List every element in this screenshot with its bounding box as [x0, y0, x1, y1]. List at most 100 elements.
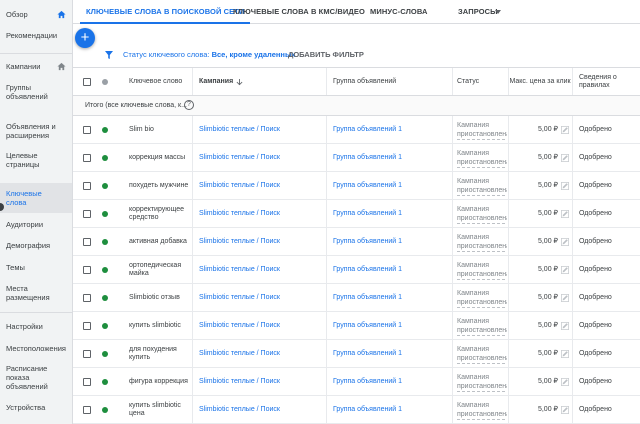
row-checkbox[interactable]	[83, 182, 91, 190]
sidebar-item-overview[interactable]: Обзор	[0, 10, 72, 19]
status-text[interactable]: Кампания приостановлена	[457, 289, 507, 308]
table-row[interactable]: купить slimbiotic цена Slimbiotic теплые …	[73, 396, 640, 424]
sidebar-item-settings[interactable]: Настройки	[0, 322, 72, 331]
status-text[interactable]: Кампания приостановлена	[457, 401, 507, 420]
enabled-status-dot[interactable]	[102, 295, 108, 301]
campaign-link[interactable]: Slimbiotic теплые / Поиск	[199, 396, 323, 424]
enabled-status-dot[interactable]	[102, 239, 108, 245]
adgroup-link[interactable]: Группа объявлений 1	[333, 144, 449, 172]
edit-icon[interactable]	[561, 210, 569, 218]
enabled-status-dot[interactable]	[102, 211, 108, 217]
status-text[interactable]: Кампания приостановлена	[457, 345, 507, 364]
adgroup-link[interactable]: Группа объявлений 1	[333, 228, 449, 256]
sidebar-item-keywords[interactable]: Ключевые слова	[0, 183, 72, 213]
campaign-link[interactable]: Slimbiotic теплые / Поиск	[199, 172, 323, 200]
edit-icon[interactable]	[561, 406, 569, 414]
campaign-link[interactable]: Slimbiotic теплые / Поиск	[199, 368, 323, 396]
table-row[interactable]: коррекция массы Slimbiotic теплые / Поиск…	[73, 144, 640, 172]
table-row[interactable]: ортопедическая майка Slimbiotic теплые / …	[73, 256, 640, 284]
sidebar-item-adgroups[interactable]: Группы объявлений	[0, 83, 72, 101]
table-row[interactable]: фигура коррекция Slimbiotic теплые / Поис…	[73, 368, 640, 396]
select-all-checkbox[interactable]	[83, 78, 91, 86]
enabled-status-dot[interactable]	[102, 323, 108, 329]
row-checkbox[interactable]	[83, 322, 91, 330]
max-cpc-cell[interactable]: 5,00 ₽	[509, 340, 569, 368]
adgroup-link[interactable]: Группа объявлений 1	[333, 340, 449, 368]
header-adgroup[interactable]: Группа объявлений	[333, 68, 449, 96]
campaign-link[interactable]: Slimbiotic теплые / Поиск	[199, 312, 323, 340]
table-row[interactable]: для похудения купить Slimbiotic теплые / …	[73, 340, 640, 368]
adgroup-link[interactable]: Группа объявлений 1	[333, 312, 449, 340]
adgroup-link[interactable]: Группа объявлений 1	[333, 368, 449, 396]
add-keyword-button[interactable]: +	[75, 28, 95, 48]
enabled-status-dot[interactable]	[102, 127, 108, 133]
max-cpc-cell[interactable]: 5,00 ₽	[509, 284, 569, 312]
table-row[interactable]: Slimbiotic отзыв Slimbiotic теплые / Поис…	[73, 284, 640, 312]
enabled-status-dot[interactable]	[102, 351, 108, 357]
tab-negative-keywords[interactable]: МИНУС-СЛОВА	[370, 0, 428, 24]
sidebar-item-demographics[interactable]: Демография	[0, 241, 72, 250]
max-cpc-cell[interactable]: 5,00 ₽	[509, 256, 569, 284]
enabled-status-dot[interactable]	[102, 379, 108, 385]
sidebar-item-ads[interactable]: Объявления и расширения	[0, 122, 72, 140]
adgroup-link[interactable]: Группа объявлений 1	[333, 396, 449, 424]
status-text[interactable]: Кампания приостановлена	[457, 317, 507, 336]
edit-icon[interactable]	[561, 154, 569, 162]
max-cpc-cell[interactable]: 5,00 ₽	[509, 228, 569, 256]
tab-display-keywords[interactable]: КЛЮЧЕВЫЕ СЛОВА В КМС/ВИДЕО	[233, 0, 365, 24]
max-cpc-cell[interactable]: 5,00 ₽	[509, 144, 569, 172]
row-checkbox[interactable]	[83, 406, 91, 414]
sidebar-item-devices[interactable]: Устройства	[0, 403, 72, 412]
sidebar-item-campaigns[interactable]: Кампании	[0, 62, 72, 71]
max-cpc-cell[interactable]: 5,00 ₽	[509, 172, 569, 200]
row-checkbox[interactable]	[83, 378, 91, 386]
status-text[interactable]: Кампания приостановлена	[457, 205, 507, 224]
chevron-down-icon[interactable]	[495, 10, 501, 14]
table-row[interactable]: похудеть мужчине Slimbiotic теплые / Поис…	[73, 172, 640, 200]
status-filter-chip[interactable]: Статус ключевого слова: Все, кроме удале…	[123, 50, 296, 59]
sidebar-item-recommendations[interactable]: Рекомендации	[0, 31, 72, 40]
tab-search-keywords[interactable]: КЛЮЧЕВЫЕ СЛОВА В ПОИСКОВОЙ СЕТИ	[79, 0, 251, 24]
add-filter-button[interactable]: ДОБАВИТЬ ФИЛЬТР	[288, 50, 364, 59]
status-text[interactable]: Кампания приостановлена	[457, 149, 507, 168]
campaign-link[interactable]: Slimbiotic теплые / Поиск	[199, 200, 323, 228]
enabled-status-dot[interactable]	[102, 183, 108, 189]
edit-icon[interactable]	[561, 266, 569, 274]
edit-icon[interactable]	[561, 294, 569, 302]
edit-icon[interactable]	[561, 350, 569, 358]
edit-icon[interactable]	[561, 238, 569, 246]
edit-icon[interactable]	[561, 378, 569, 386]
campaign-link[interactable]: Slimbiotic теплые / Поиск	[199, 340, 323, 368]
sidebar-item-landing-pages[interactable]: Целевые страницы	[0, 151, 72, 169]
row-checkbox[interactable]	[83, 210, 91, 218]
status-text[interactable]: Кампания приостановлена	[457, 233, 507, 252]
status-text[interactable]: Кампания приостановлена	[457, 177, 507, 196]
max-cpc-cell[interactable]: 5,00 ₽	[509, 368, 569, 396]
status-text[interactable]: Кампания приостановлена	[457, 373, 507, 392]
row-checkbox[interactable]	[83, 350, 91, 358]
row-checkbox[interactable]	[83, 154, 91, 162]
adgroup-link[interactable]: Группа объявлений 1	[333, 172, 449, 200]
edit-icon[interactable]	[561, 126, 569, 134]
adgroup-link[interactable]: Группа объявлений 1	[333, 200, 449, 228]
header-status[interactable]: Статус	[457, 68, 507, 96]
edit-icon[interactable]	[561, 182, 569, 190]
campaign-link[interactable]: Slimbiotic теплые / Поиск	[199, 116, 323, 144]
max-cpc-cell[interactable]: 5,00 ₽	[509, 396, 569, 424]
enabled-status-dot[interactable]	[102, 155, 108, 161]
header-keyword[interactable]: Ключевое слово	[129, 68, 191, 96]
max-cpc-cell[interactable]: 5,00 ₽	[509, 200, 569, 228]
sidebar-item-locations[interactable]: Местоположения	[0, 344, 72, 353]
help-icon[interactable]: ?	[184, 100, 194, 110]
campaign-link[interactable]: Slimbiotic теплые / Поиск	[199, 284, 323, 312]
adgroup-link[interactable]: Группа объявлений 1	[333, 284, 449, 312]
row-checkbox[interactable]	[83, 238, 91, 246]
campaign-link[interactable]: Slimbiotic теплые / Поиск	[199, 228, 323, 256]
header-policy-details[interactable]: Сведения о правилах	[579, 68, 637, 96]
adgroup-link[interactable]: Группа объявлений 1	[333, 256, 449, 284]
edit-icon[interactable]	[561, 322, 569, 330]
header-max-cpc[interactable]: Макс. цена за клик	[509, 68, 571, 96]
max-cpc-cell[interactable]: 5,00 ₽	[509, 116, 569, 144]
header-campaign[interactable]: Кампания	[199, 68, 323, 96]
row-checkbox[interactable]	[83, 126, 91, 134]
